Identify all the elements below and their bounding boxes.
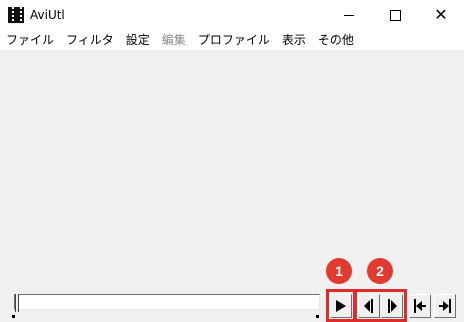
minimize-icon xyxy=(344,14,354,16)
menu-other[interactable]: その他 xyxy=(312,30,360,50)
seek-end-marker xyxy=(316,315,319,318)
menu-settings[interactable]: 設定 xyxy=(120,30,156,50)
window-title: AviUtl xyxy=(30,8,65,22)
badge-1: 1 xyxy=(326,258,352,284)
title-bar: AviUtl ✕ xyxy=(0,0,464,30)
badge-2: 2 xyxy=(367,258,393,284)
preview-area xyxy=(0,50,464,322)
menu-file[interactable]: ファイル xyxy=(0,30,60,50)
film-icon xyxy=(8,7,24,23)
close-button[interactable]: ✕ xyxy=(418,0,464,30)
menu-edit: 編集 xyxy=(161,33,186,47)
first-frame-icon xyxy=(414,299,426,313)
menu-view[interactable]: 表示 xyxy=(276,30,312,50)
maximize-icon xyxy=(389,9,401,21)
menu-profile[interactable]: プロファイル xyxy=(192,30,276,50)
seek-thumb[interactable] xyxy=(15,294,19,312)
first-frame-button[interactable] xyxy=(409,294,431,318)
seek-start-marker xyxy=(12,315,15,318)
highlight-box-2 xyxy=(354,289,407,322)
close-icon: ✕ xyxy=(434,5,448,24)
maximize-button[interactable] xyxy=(372,0,418,30)
menu-bar: ファイル フィルタ 設定 編集 プロファイル 表示 その他 xyxy=(0,30,464,50)
minimize-button[interactable] xyxy=(326,0,372,30)
last-frame-button[interactable] xyxy=(434,294,456,318)
menu-filter[interactable]: フィルタ xyxy=(60,30,120,50)
highlight-box-1 xyxy=(326,289,356,322)
last-frame-icon xyxy=(439,299,451,313)
seek-bar[interactable] xyxy=(14,294,320,310)
